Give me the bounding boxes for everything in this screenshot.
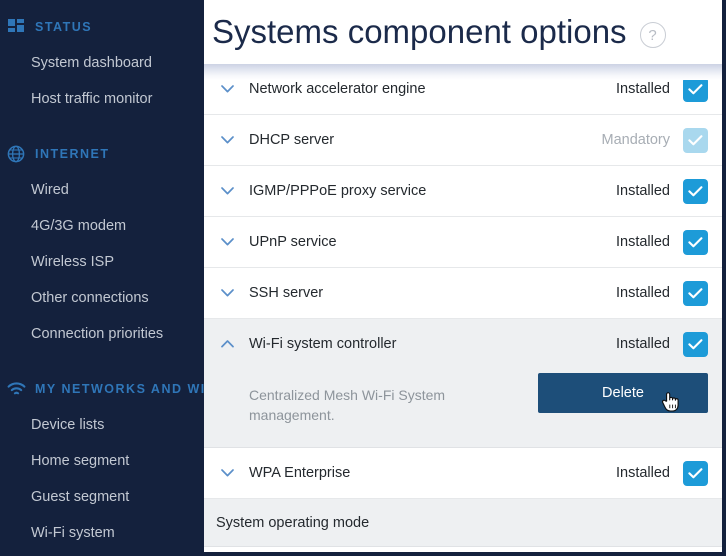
chevron-down-icon[interactable] xyxy=(216,136,238,144)
sidebar-item-wireless-isp[interactable]: Wireless ISP xyxy=(0,248,204,276)
section-header-row[interactable]: System operating mode xyxy=(204,499,722,547)
sidebar-group-title: INTERNET xyxy=(35,147,110,161)
component-status: Installed xyxy=(615,285,670,301)
component-status: Installed xyxy=(615,234,670,250)
component-row-header[interactable]: SSH server Installed xyxy=(204,268,722,318)
sidebar-item-guest-segment[interactable]: Guest segment xyxy=(0,483,204,511)
sidebar-group-internet: INTERNET Wired 4G/3G modem Wireless ISP … xyxy=(0,141,204,348)
component-checkbox[interactable] xyxy=(683,280,708,306)
question-mark-icon[interactable]: ? xyxy=(639,22,666,48)
component-checkbox[interactable] xyxy=(683,331,708,357)
component-checkbox[interactable] xyxy=(683,178,708,204)
component-status: Installed xyxy=(615,81,670,97)
sidebar-item-host-traffic-monitor[interactable]: Host traffic monitor xyxy=(0,85,204,113)
sidebar-group-title: MY NETWORKS AND WI-FI xyxy=(35,382,204,396)
table-row: DHCP server Mandatory xyxy=(204,115,722,166)
component-name: Wi-Fi system controller xyxy=(249,336,397,352)
table-row: UPnP service Installed xyxy=(204,217,722,268)
main-content: Systems component options ? Network acce… xyxy=(204,0,722,552)
chevron-down-icon[interactable] xyxy=(216,289,238,297)
sidebar-item-connection-priorities[interactable]: Connection priorities xyxy=(0,320,204,348)
component-status: Installed xyxy=(615,336,670,352)
component-row-body: Centralized Mesh Wi-Fi System management… xyxy=(204,369,722,447)
table-row-expanded: Wi-Fi system controller Installed Centra… xyxy=(204,319,722,448)
table-row: IGMP/PPPoE proxy service Installed xyxy=(204,166,722,217)
sidebar-navigation: STATUS System dashboard Host traffic mon… xyxy=(0,0,204,552)
delete-button[interactable]: Delete xyxy=(538,373,708,413)
globe-icon xyxy=(6,144,26,164)
sidebar-group-header-internet: INTERNET xyxy=(0,141,204,167)
chevron-down-icon[interactable] xyxy=(216,238,238,246)
sidebar-item-other-connections[interactable]: Other connections xyxy=(0,284,204,312)
sidebar-group-header-status: STATUS xyxy=(0,14,204,40)
sidebar-group-my-networks-and-wifi: MY NETWORKS AND WI-FI Device lists Home … xyxy=(0,376,204,552)
component-row-header[interactable]: WPA Enterprise Installed xyxy=(204,448,722,498)
component-status: Mandatory xyxy=(601,132,670,148)
sidebar-item-device-lists[interactable]: Device lists xyxy=(0,411,204,439)
component-name: DHCP server xyxy=(249,132,335,148)
component-description: Centralized Mesh Wi-Fi System management… xyxy=(249,387,446,423)
chevron-down-icon[interactable] xyxy=(216,85,238,93)
component-name: UPnP service xyxy=(249,234,337,250)
sidebar-item-4g-3g-modem[interactable]: 4G/3G modem xyxy=(0,212,204,240)
sidebar-item-wired[interactable]: Wired xyxy=(0,176,204,204)
app-window: STATUS System dashboard Host traffic mon… xyxy=(0,0,726,556)
sidebar-item-system-dashboard[interactable]: System dashboard xyxy=(0,49,204,77)
component-name: IGMP/PPPoE proxy service xyxy=(249,183,427,199)
wifi-icon xyxy=(6,379,26,399)
chevron-down-icon[interactable] xyxy=(216,469,238,477)
component-checkbox[interactable] xyxy=(683,76,708,102)
table-row: WPA Enterprise Installed xyxy=(204,448,722,499)
chevron-down-icon[interactable] xyxy=(216,187,238,195)
component-row-header[interactable]: Wi-Fi system controller Installed xyxy=(204,319,722,369)
component-status: Installed xyxy=(615,465,670,481)
component-row-header[interactable]: Network accelerator engine Installed xyxy=(204,64,722,114)
grid-icon xyxy=(6,17,26,37)
table-row: Network accelerator engine Installed xyxy=(204,64,722,115)
sidebar-group-title: STATUS xyxy=(35,20,93,34)
sidebar-group-status: STATUS System dashboard Host traffic mon… xyxy=(0,14,204,113)
page-header: Systems component options ? xyxy=(204,0,722,64)
component-checkbox[interactable] xyxy=(683,460,708,486)
component-status: Installed xyxy=(615,183,670,199)
page-title: Systems component options xyxy=(212,13,627,50)
component-list: Network accelerator engine Installed DHC… xyxy=(204,64,722,552)
chevron-up-icon[interactable] xyxy=(216,340,238,348)
section-header-label: System operating mode xyxy=(216,514,370,531)
table-row: SSH server Installed xyxy=(204,268,722,319)
component-name: SSH server xyxy=(249,285,324,301)
component-checkbox xyxy=(683,127,708,153)
sidebar-item-wifi-system[interactable]: Wi-Fi system xyxy=(0,519,204,547)
component-row-header[interactable]: DHCP server Mandatory xyxy=(204,115,722,165)
component-name: Network accelerator engine xyxy=(249,81,426,97)
component-checkbox[interactable] xyxy=(683,229,708,255)
sidebar-group-header-my-networks: MY NETWORKS AND WI-FI xyxy=(0,376,204,402)
component-name: WPA Enterprise xyxy=(249,465,351,481)
sidebar-item-home-segment[interactable]: Home segment xyxy=(0,447,204,475)
component-row-header[interactable]: UPnP service Installed xyxy=(204,217,722,267)
component-row-header[interactable]: IGMP/PPPoE proxy service Installed xyxy=(204,166,722,216)
